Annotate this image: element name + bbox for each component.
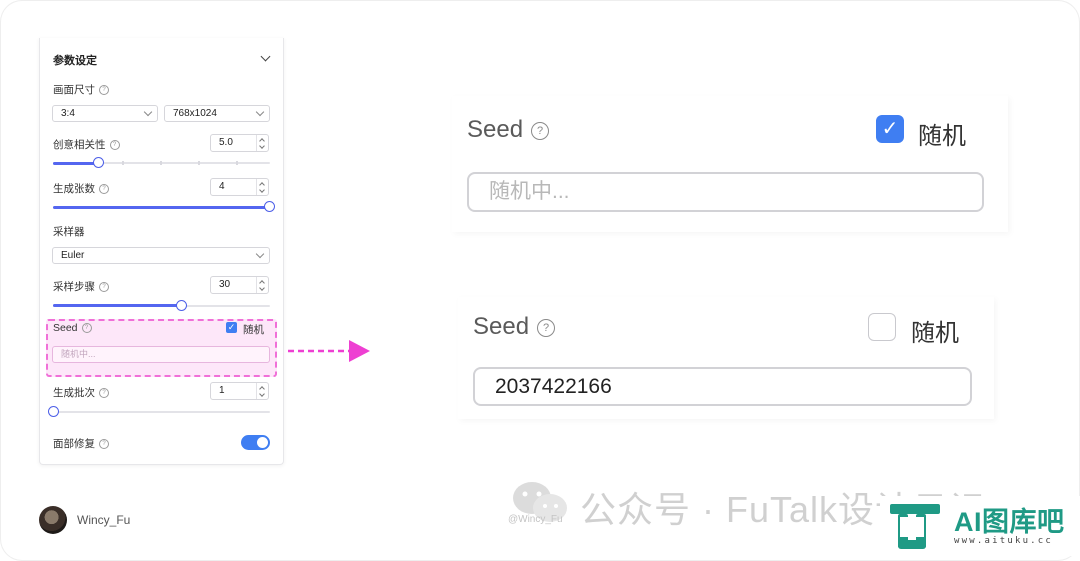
creativity-label-text: 创意相关性 bbox=[53, 139, 106, 151]
chevron-down-icon bbox=[143, 107, 153, 117]
seed-random-checkbox[interactable]: ✓ bbox=[226, 322, 237, 333]
seed-input-placeholder: 随机中... bbox=[61, 349, 96, 359]
resolution-select-value: 768x1024 bbox=[173, 108, 217, 119]
canvas-size-label: 画面尺寸? bbox=[53, 82, 109, 97]
collapse-chevron-icon[interactable] bbox=[260, 51, 271, 62]
zoom-checked-seed-input[interactable]: 随机中... bbox=[467, 172, 984, 212]
zoom-checked-random-label: 随机 bbox=[918, 123, 966, 150]
help-icon[interactable]: ? bbox=[99, 184, 109, 195]
batch-count-slider-track[interactable] bbox=[53, 411, 270, 413]
zoom-checked-seed-label: Seed? bbox=[467, 116, 550, 144]
stepper-arrows-icon[interactable] bbox=[256, 135, 268, 151]
zoom-checked-seed-placeholder: 随机中... bbox=[489, 180, 570, 203]
face-restore-label-text: 面部修复 bbox=[53, 438, 95, 450]
author-avatar bbox=[39, 506, 67, 534]
resolution-select[interactable]: 768x1024 bbox=[164, 105, 270, 122]
creativity-label: 创意相关性? bbox=[53, 137, 120, 152]
zoom-unchecked-seed-input[interactable]: 2037422166 bbox=[473, 367, 972, 406]
stepper-arrows-icon[interactable] bbox=[256, 179, 268, 195]
zoom-unchecked-seed-value: 2037422166 bbox=[495, 375, 612, 398]
batch-count-stepper[interactable]: 1 bbox=[210, 382, 269, 400]
logo-url: www.aituku.cc bbox=[954, 536, 1054, 546]
sampler-select[interactable]: Euler bbox=[52, 247, 270, 264]
slider-tick bbox=[236, 161, 238, 165]
image-count-value: 4 bbox=[219, 181, 225, 192]
face-restore-toggle[interactable] bbox=[241, 435, 270, 450]
batch-count-label: 生成批次? bbox=[53, 385, 109, 400]
zoom-unchecked-random-label: 随机 bbox=[911, 320, 959, 347]
help-icon[interactable]: ? bbox=[99, 85, 109, 96]
image-count-label: 生成张数? bbox=[53, 181, 109, 196]
image-count-slider-knob[interactable] bbox=[264, 201, 275, 212]
batch-count-slider-knob[interactable] bbox=[48, 406, 59, 417]
creativity-value: 5.0 bbox=[219, 137, 233, 148]
sampling-steps-slider-knob[interactable] bbox=[176, 300, 187, 311]
sampling-steps-label: 采样步骤? bbox=[53, 279, 109, 294]
zoom-checked-seed-text: Seed bbox=[467, 116, 524, 143]
site-logo: AI图库吧 www.aituku.cc bbox=[880, 496, 1080, 556]
slider-tick bbox=[160, 161, 162, 165]
seed-random-label: 随机 bbox=[243, 324, 264, 336]
zoom-checked-random-checkbox[interactable]: ✓ bbox=[876, 115, 904, 143]
chevron-down-icon bbox=[255, 107, 265, 117]
sampling-steps-stepper[interactable]: 30 bbox=[210, 276, 269, 294]
batch-count-label-text: 生成批次 bbox=[53, 387, 95, 399]
sampler-select-value: Euler bbox=[61, 250, 85, 261]
slider-tick bbox=[122, 161, 124, 165]
ratio-select[interactable]: 3:4 bbox=[52, 105, 158, 122]
sampler-label: 采样器 bbox=[53, 226, 85, 238]
stepper-arrows-icon[interactable] bbox=[256, 277, 268, 293]
help-icon[interactable]: ? bbox=[537, 319, 556, 337]
help-icon[interactable]: ? bbox=[99, 282, 109, 293]
sampling-steps-value: 30 bbox=[219, 279, 231, 290]
zoom-unchecked-seed-text: Seed bbox=[473, 313, 530, 340]
settings-panel: 参数设定 画面尺寸? 3:4 768x1024 创意相关性? 5.0 生成张数?… bbox=[39, 38, 284, 465]
help-icon[interactable]: ? bbox=[99, 439, 109, 450]
sampling-steps-label-text: 采样步骤 bbox=[53, 281, 95, 293]
image-count-stepper[interactable]: 4 bbox=[210, 178, 269, 196]
sampling-steps-slider-fill bbox=[53, 304, 182, 307]
author-name: Wincy_Fu bbox=[77, 513, 131, 527]
face-restore-label: 面部修复? bbox=[53, 436, 109, 451]
help-icon[interactable]: ? bbox=[531, 122, 550, 140]
logo-mark-icon bbox=[890, 504, 940, 549]
creativity-slider-knob[interactable] bbox=[93, 157, 104, 168]
slider-tick bbox=[198, 161, 200, 165]
panel-title: 参数设定 bbox=[53, 55, 97, 67]
watermark-handle: @Wincy_Fu bbox=[508, 514, 563, 525]
zoom-unchecked-random-checkbox[interactable] bbox=[868, 313, 896, 341]
zoom-unchecked-seed-label: Seed? bbox=[473, 313, 556, 341]
chevron-down-icon bbox=[255, 249, 265, 259]
image-count-slider-fill[interactable] bbox=[53, 206, 270, 209]
help-icon[interactable]: ? bbox=[81, 323, 92, 334]
logo-text: AI图库吧 bbox=[954, 507, 1065, 537]
canvas-size-label-text: 画面尺寸 bbox=[53, 84, 95, 96]
dashed-arrow-icon bbox=[288, 340, 370, 362]
ratio-select-value: 3:4 bbox=[61, 108, 75, 119]
toggle-knob bbox=[257, 437, 268, 448]
image-count-label-text: 生成张数 bbox=[53, 183, 95, 195]
batch-count-value: 1 bbox=[219, 385, 225, 396]
help-icon[interactable]: ? bbox=[99, 388, 109, 399]
seed-label: Seed? bbox=[53, 322, 92, 334]
seed-input[interactable]: 随机中... bbox=[52, 346, 270, 363]
help-icon[interactable]: ? bbox=[109, 140, 120, 151]
seed-label-text: Seed bbox=[53, 322, 78, 334]
creativity-stepper[interactable]: 5.0 bbox=[210, 134, 269, 152]
stepper-arrows-icon[interactable] bbox=[256, 383, 268, 399]
